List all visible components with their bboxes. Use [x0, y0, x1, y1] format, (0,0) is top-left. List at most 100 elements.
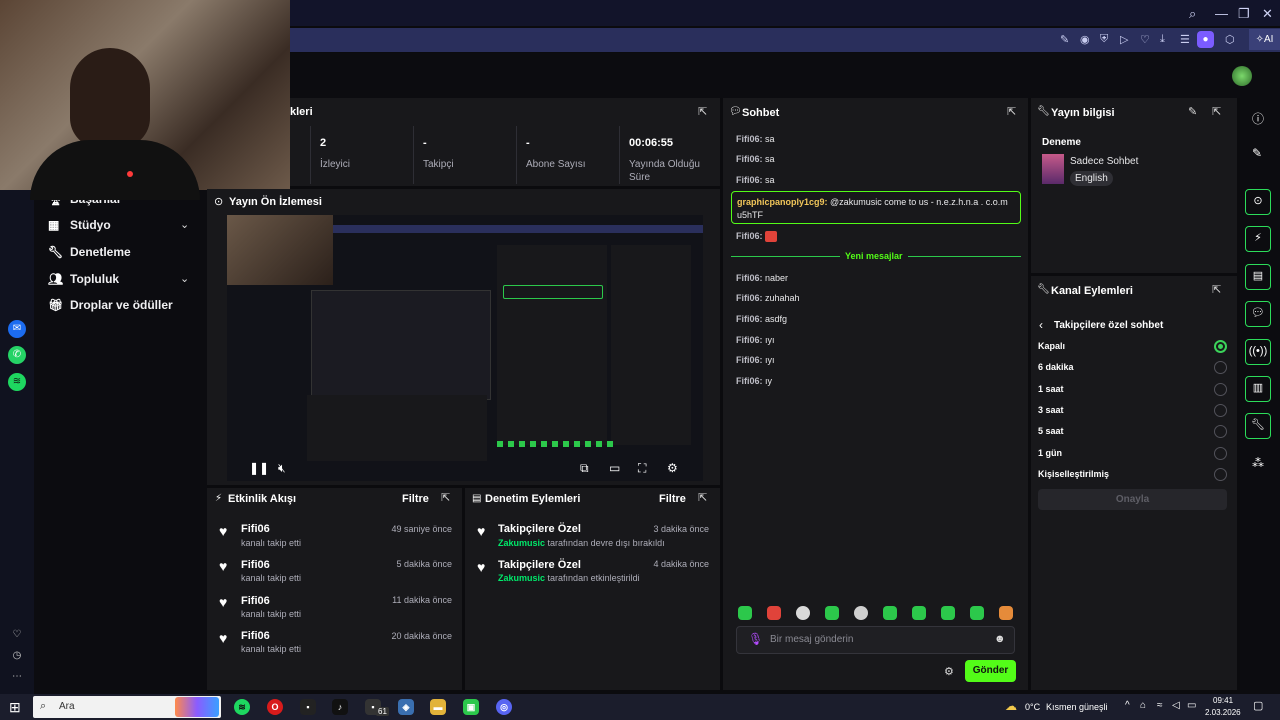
more-icon[interactable]: ⋯ [8, 668, 26, 686]
nav-item-drops[interactable]: 🎁︎ Droplar ve ödüller [48, 298, 173, 312]
share-icon[interactable]: ⁂ [1252, 456, 1264, 470]
theater-icon[interactable]: ▭ [609, 461, 620, 475]
heart-icon: ♥ [219, 594, 228, 610]
volume-icon[interactable]: ◁ [1172, 700, 1180, 711]
heart-icon[interactable]: ♡ [8, 626, 26, 644]
ai-icon[interactable]: ✧AI [1249, 29, 1280, 50]
folder-icon[interactable]: ▬ [430, 699, 446, 715]
extension-icon[interactable]: ⬡ [1225, 33, 1235, 46]
popout-icon[interactable]: ⇱ [698, 105, 707, 118]
app-icon[interactable]: ▣ [463, 699, 479, 715]
settings-icon[interactable]: ⚙ [667, 461, 678, 475]
option-radio[interactable] [1214, 383, 1227, 396]
edit-icon[interactable]: ✎ [1060, 33, 1069, 46]
bolt-icon[interactable]: ⚡︎ [1245, 226, 1271, 252]
minimize-icon[interactable]: — [1215, 6, 1228, 21]
microphone-icon[interactable]: 🎙︎ [748, 632, 763, 646]
activity-filter[interactable]: Filtre [402, 493, 429, 505]
tiktok-icon[interactable]: ♪ [332, 699, 348, 715]
user-avatar[interactable] [1232, 66, 1252, 86]
play-icon[interactable]: ▷ [1120, 33, 1128, 46]
app-icon[interactable]: ◈ [398, 699, 414, 715]
emote-icon[interactable] [767, 606, 781, 620]
emote-icon[interactable] [883, 606, 897, 620]
settings-icon[interactable]: ⚙ [944, 665, 954, 678]
chevron-down-icon[interactable]: ⌄ [180, 218, 189, 231]
follower-chat-title: Takipçilere özel sohbet [1054, 320, 1164, 331]
camera-icon[interactable]: ◉ [1080, 33, 1090, 46]
document-icon[interactable]: ▤ [1245, 264, 1271, 290]
download-icon[interactable]: ⤓ [1160, 33, 1165, 46]
emote-icon[interactable] [738, 606, 752, 620]
network-icon[interactable]: ⌂ [1140, 700, 1146, 711]
moderation-filter[interactable]: Filtre [659, 493, 686, 505]
moderation-item-sub: Zakumusic tarafından etkinleştirildi [498, 573, 640, 583]
app-icon[interactable]: ▪ [300, 699, 316, 715]
pause-icon[interactable]: ❚❚ [249, 461, 269, 475]
wrench-icon: 🔧︎ [1037, 284, 1050, 295]
popout-icon[interactable]: ⇱ [1007, 105, 1016, 118]
edit-icon[interactable]: ✎ [1188, 105, 1197, 118]
wrench-icon[interactable]: 🔧︎ [1245, 413, 1271, 439]
emoji-icon[interactable]: ☻ [994, 633, 1006, 645]
profile-icon[interactable]: ● [1197, 31, 1214, 48]
opera-icon[interactable]: O [267, 699, 283, 715]
wifi-icon[interactable]: ≈ [1157, 700, 1163, 711]
address-bar[interactable] [290, 28, 1280, 52]
taskbar-search[interactable]: ⌕ Ara [33, 696, 221, 718]
mute-icon[interactable]: 🔇︎ [278, 461, 286, 476]
battery-icon[interactable]: ▭ [1187, 700, 1196, 711]
discord-icon[interactable]: ◎ [496, 699, 512, 715]
info-icon[interactable]: ⓘ [1252, 110, 1264, 127]
menu-icon[interactable]: ☰ [1180, 33, 1190, 46]
layout-icon[interactable]: ▥ [1245, 376, 1271, 402]
tray-chevron-icon[interactable]: ^ [1125, 700, 1130, 711]
shield-icon[interactable]: ⛨ [1100, 33, 1108, 46]
messenger-icon[interactable]: ✉ [8, 320, 26, 338]
nav-item-studio[interactable]: ▦ Stüdyo [48, 218, 111, 232]
popout-icon[interactable]: ⇱ [1212, 283, 1221, 296]
close-icon[interactable]: ✕ [1262, 6, 1273, 22]
spotify-icon[interactable]: ≋ [234, 699, 250, 715]
edit-icon[interactable]: ✎ [1252, 146, 1262, 160]
chat-input[interactable]: 🎙︎ Bir mesaj gönderin ☻ [736, 626, 1015, 654]
option-radio[interactable] [1214, 361, 1227, 374]
notification-icon[interactable]: ▢ [1253, 699, 1263, 712]
windows-icon[interactable]: ⊞ [9, 699, 21, 716]
heart-icon: ♥ [477, 523, 486, 539]
back-arrow-icon[interactable]: ‹ [1039, 318, 1043, 332]
pip-icon[interactable]: ⧉ [580, 461, 589, 476]
whatsapp-icon[interactable]: ✆ [8, 346, 26, 364]
nav-item-moderation[interactable]: 🔧︎ Denetleme [48, 245, 131, 259]
emote-icon[interactable] [999, 606, 1013, 620]
option-radio[interactable] [1214, 447, 1227, 460]
emote-icon[interactable] [912, 606, 926, 620]
popout-icon[interactable]: ⇱ [441, 491, 450, 504]
heart-icon[interactable]: ♡ [1140, 33, 1150, 46]
emote-icon[interactable] [825, 606, 839, 620]
emote-icon[interactable] [854, 606, 868, 620]
option-radio[interactable] [1214, 340, 1227, 353]
preview-video[interactable] [227, 215, 703, 481]
emote-icon[interactable] [941, 606, 955, 620]
stats-title: kleri [290, 106, 313, 118]
history-icon[interactable]: ◷ [8, 647, 26, 665]
spotify-icon[interactable]: ≋ [8, 373, 26, 391]
search-icon[interactable]: ⌕ [1189, 6, 1196, 22]
option-radio[interactable] [1214, 425, 1227, 438]
option-radio[interactable] [1214, 404, 1227, 417]
chat-icon[interactable]: 💬︎ [1245, 301, 1271, 327]
maximize-icon[interactable]: ❐ [1238, 6, 1250, 22]
popout-icon[interactable]: ⇱ [698, 491, 707, 504]
emote-icon[interactable] [970, 606, 984, 620]
signal-icon[interactable]: ((•)) [1245, 339, 1271, 365]
broadcast-icon[interactable]: ⊙ [1245, 189, 1271, 215]
confirm-button[interactable]: Onayla [1038, 489, 1227, 510]
send-button[interactable]: Gönder [965, 660, 1016, 682]
chevron-down-icon[interactable]: ⌄ [180, 272, 189, 285]
popout-icon[interactable]: ⇱ [1212, 105, 1221, 118]
fullscreen-icon[interactable]: ⛶ [638, 461, 646, 476]
nav-item-community[interactable]: 👥︎ Topluluk [48, 272, 119, 286]
emote-icon[interactable] [796, 606, 810, 620]
option-radio[interactable] [1214, 468, 1227, 481]
